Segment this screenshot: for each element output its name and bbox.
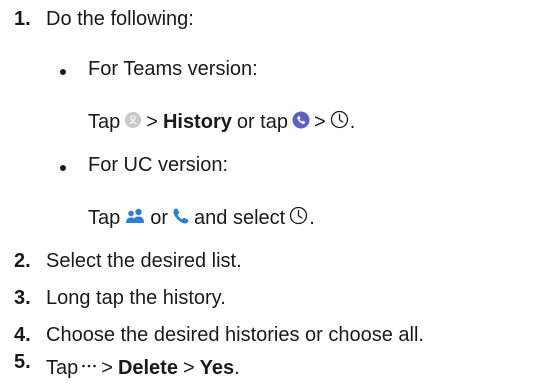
tap-text: Tap	[88, 207, 121, 229]
bullet-uc	[60, 165, 66, 171]
gt-text: >	[182, 357, 195, 379]
clock-icon	[330, 110, 349, 135]
step-1: 1. Do the following:	[14, 8, 194, 31]
history-label: History	[162, 111, 232, 133]
uc-heading: For UC version:	[88, 154, 228, 177]
step-number: 1.	[14, 8, 31, 30]
step-5: 5. Tap > Delete > Yes .	[14, 351, 240, 380]
avatar-icon	[124, 111, 142, 135]
step-text: Long tap the history.	[46, 287, 226, 309]
step-number: 3.	[14, 287, 31, 309]
gt-text: >	[146, 111, 158, 133]
step-3: 3. Long tap the history.	[14, 287, 226, 310]
call-purple-icon	[292, 111, 310, 135]
clock-icon	[289, 206, 308, 231]
teams-heading-text: For Teams version:	[88, 58, 258, 80]
period-text: .	[349, 111, 356, 133]
contacts-icon	[124, 207, 146, 231]
period-text: .	[234, 357, 240, 379]
step-4: 4. Choose the desired histories or choos…	[14, 324, 424, 347]
bullet-teams	[60, 69, 66, 75]
more-options-icon	[81, 352, 97, 375]
period-text: .	[309, 207, 315, 229]
step-2: 2. Select the desired list.	[14, 250, 242, 273]
step-number: 4.	[14, 324, 31, 346]
tap-text: Tap	[46, 357, 79, 379]
delete-label: Delete	[117, 357, 178, 379]
step-text: Do the following:	[46, 8, 194, 30]
step-text: Choose the desired histories or choose a…	[46, 324, 424, 346]
teams-instruction: Tap > History or tap > .	[88, 110, 355, 135]
phone-icon	[172, 207, 190, 231]
step-number: 5.	[14, 351, 31, 373]
teams-heading: For Teams version:	[88, 58, 258, 81]
yes-label: Yes	[199, 357, 235, 379]
or-text: or	[150, 207, 169, 229]
gt-text: >	[101, 357, 113, 379]
step-number: 2.	[14, 250, 31, 272]
uc-instruction: Tap or and select .	[88, 206, 315, 231]
tap-text: Tap	[88, 111, 121, 133]
gt-text: >	[314, 111, 326, 133]
and-select-text: and select	[194, 207, 286, 229]
step-text: Select the desired list.	[46, 250, 242, 272]
or-tap-text: or tap	[236, 111, 288, 133]
uc-heading-text: For UC version:	[88, 154, 229, 176]
